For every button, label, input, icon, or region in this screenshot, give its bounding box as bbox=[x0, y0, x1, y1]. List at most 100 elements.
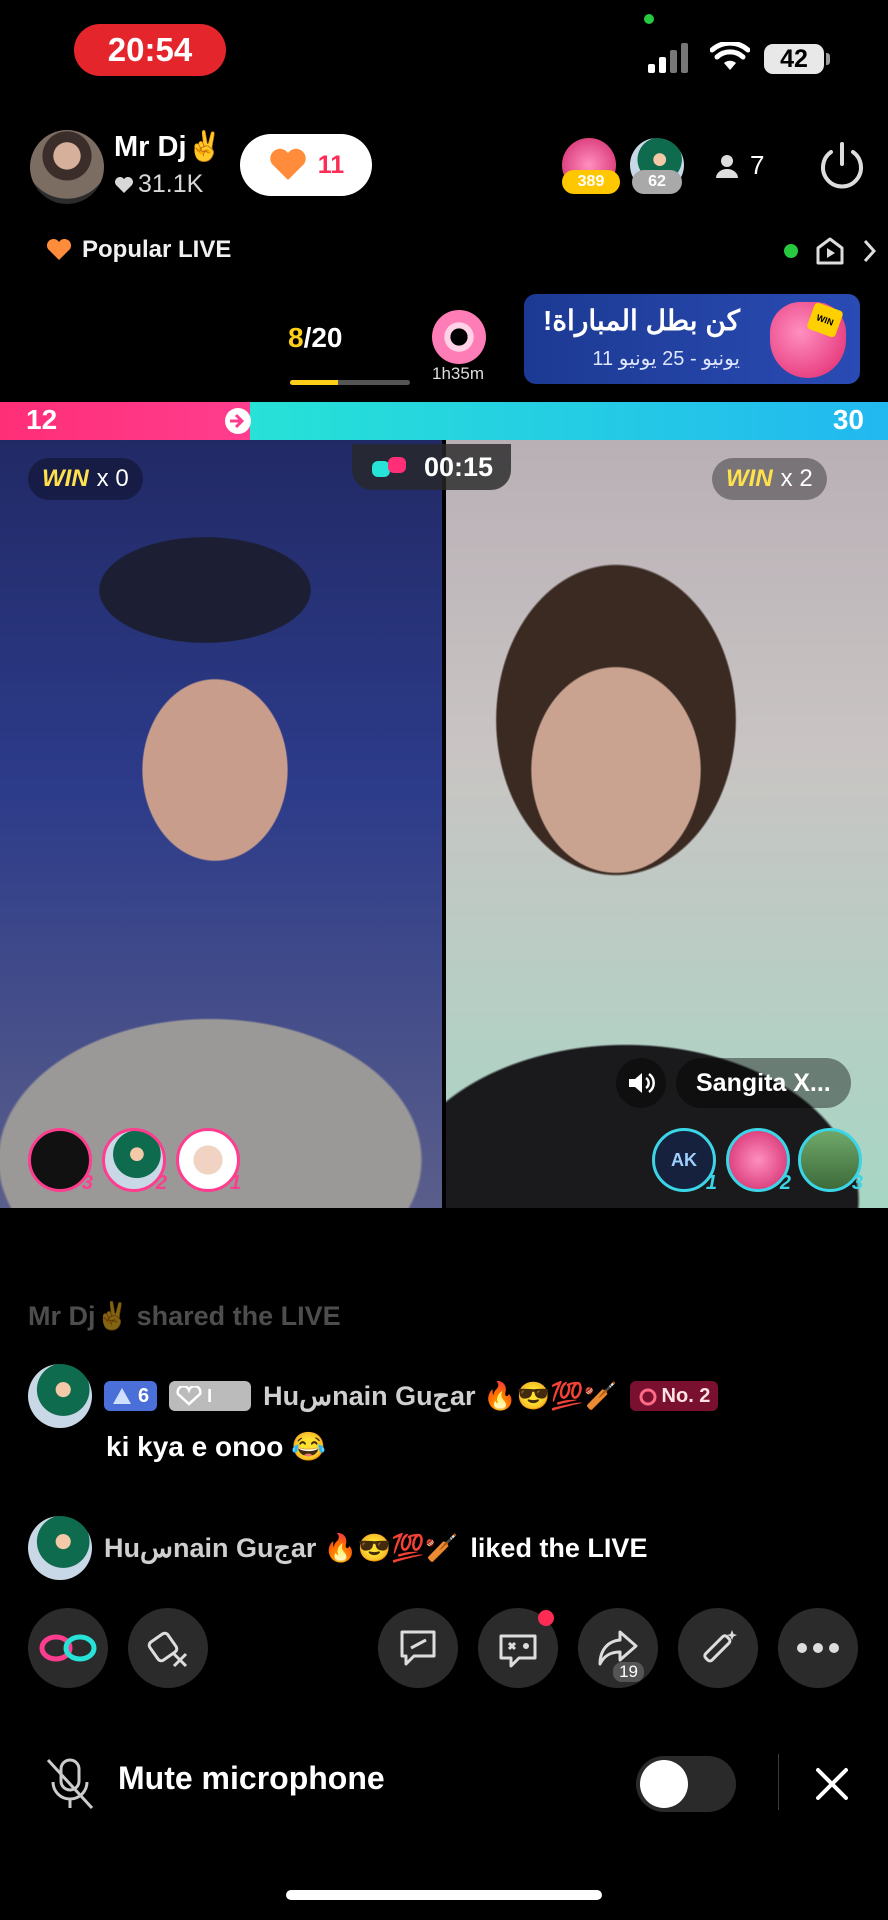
right-score: 30 bbox=[832, 404, 864, 435]
infinity-link-icon bbox=[39, 1634, 97, 1662]
left-win-counter: WIN x 0 bbox=[28, 458, 143, 500]
top-viewer-rank-1: 389 bbox=[562, 170, 620, 194]
top-viewer-rank-2: 62 bbox=[632, 170, 682, 194]
viewer-count-value: 7 bbox=[750, 150, 765, 180]
more-dots-icon bbox=[797, 1643, 839, 1653]
effects-button[interactable] bbox=[678, 1608, 758, 1688]
home-indicator[interactable] bbox=[286, 1890, 602, 1900]
left-gifter-rank-1: 3 bbox=[81, 1172, 93, 1194]
game-controller-icon bbox=[499, 1634, 537, 1668]
match-banner[interactable]: كن بطل المباراة! يونيو - 25 يونيو 11 WIN bbox=[524, 294, 860, 384]
mute-microphone-label: Mute microphone bbox=[118, 1760, 385, 1796]
quest-current: 8 bbox=[288, 322, 304, 353]
viewer-count[interactable]: 7 bbox=[716, 150, 764, 181]
mute-toggle-knob bbox=[640, 1760, 688, 1808]
quest-progress[interactable]: 8/20 bbox=[288, 322, 343, 354]
chevron-right-icon[interactable] bbox=[862, 238, 878, 264]
mute-toggle[interactable] bbox=[636, 1756, 736, 1812]
banner-subtitle: يونيو - 25 يونيو 11 bbox=[592, 348, 740, 370]
popular-live-label[interactable]: Popular LIVE bbox=[46, 236, 231, 264]
remove-effects-button[interactable] bbox=[128, 1608, 208, 1688]
quest-progress-bar bbox=[290, 380, 410, 385]
opponent-name[interactable]: Sangita X... bbox=[676, 1058, 851, 1108]
fire-streak-icon bbox=[225, 408, 251, 434]
battle-timer-value: 00:15 bbox=[424, 451, 494, 482]
heart-icon bbox=[115, 176, 133, 193]
games-button[interactable] bbox=[478, 1608, 558, 1688]
chat-faded-text: Mr Dj✌️ shared the LIVE bbox=[28, 1301, 341, 1331]
fan-level: I bbox=[207, 1385, 213, 1406]
speaker-icon[interactable] bbox=[616, 1058, 666, 1108]
chat-username[interactable]: Huسnain Guجar 🔥😎💯🏏 bbox=[104, 1532, 458, 1564]
popular-live-text: Popular LIVE bbox=[82, 236, 232, 263]
fan-badge: I bbox=[169, 1381, 252, 1411]
clock-icon bbox=[639, 1388, 657, 1406]
chat-avatar[interactable] bbox=[28, 1516, 92, 1580]
comment-icon bbox=[400, 1630, 436, 1666]
wifi-icon bbox=[710, 42, 750, 70]
share-button[interactable]: 19 bbox=[578, 1608, 658, 1688]
left-gifter-avatar-2[interactable]: 2 bbox=[102, 1128, 167, 1194]
battle-timer: 00:15 bbox=[352, 444, 512, 490]
donut-gift-icon[interactable] bbox=[432, 310, 486, 364]
left-gifter-avatar-3[interactable]: 1 bbox=[176, 1128, 241, 1194]
signal-icon bbox=[648, 43, 688, 73]
magic-wand-icon bbox=[703, 1630, 737, 1663]
chat-action: liked the LIVE bbox=[470, 1532, 648, 1563]
host-likes: 31.1K bbox=[114, 170, 203, 199]
left-gifter-avatar-1[interactable]: 3 bbox=[28, 1128, 93, 1194]
host-likes-count: 31.1K bbox=[138, 170, 204, 198]
chat-username[interactable]: Huسnain Guجar 🔥😎💯🏏 bbox=[263, 1380, 617, 1412]
host-avatar[interactable] bbox=[30, 130, 104, 204]
chat-faded-line: Mr Dj✌️ shared the LIVE bbox=[28, 1300, 341, 1332]
chat-avatar[interactable] bbox=[28, 1364, 92, 1428]
right-gifter-avatar-1[interactable]: AK 1 bbox=[652, 1128, 717, 1194]
power-icon[interactable] bbox=[816, 140, 868, 192]
status-time: 20:54 bbox=[74, 24, 226, 76]
right-gifter-avatar-3[interactable]: 3 bbox=[798, 1128, 863, 1194]
follow-button[interactable]: 11 bbox=[240, 134, 372, 196]
battle-gloves-icon bbox=[372, 457, 406, 477]
quest-progress-fill bbox=[290, 380, 338, 385]
right-gifter-rank-1: 1 bbox=[705, 1172, 717, 1194]
chat-message-2[interactable]: Huسnain Guجar 🔥😎💯🏏 liked the LIVE bbox=[28, 1516, 647, 1580]
eraser-x-icon bbox=[147, 1631, 188, 1668]
banner-title: كن بطل المباراة! bbox=[543, 305, 740, 336]
host-name[interactable]: Mr Dj✌️ bbox=[114, 130, 223, 164]
battery-indicator: 42 bbox=[764, 44, 824, 74]
right-gifter-rank-3: 3 bbox=[851, 1172, 863, 1194]
level-badge: 6 bbox=[104, 1381, 158, 1411]
donut-timer: 1h35m bbox=[432, 364, 484, 383]
person-icon bbox=[716, 154, 738, 178]
mic-off-icon[interactable] bbox=[44, 1756, 96, 1812]
level-icon bbox=[113, 1388, 131, 1404]
rank-badge: No. 2 bbox=[629, 1381, 719, 1411]
left-gifter-rank-3: 1 bbox=[229, 1172, 241, 1194]
quest-total: /20 bbox=[303, 322, 343, 353]
right-gifter-rank-2: 2 bbox=[779, 1172, 791, 1194]
explore-icon[interactable] bbox=[814, 236, 846, 266]
privacy-indicator bbox=[644, 14, 654, 24]
opponent-info[interactable]: Sangita X... bbox=[616, 1058, 851, 1108]
right-win-counter: WIN x 2 bbox=[712, 458, 827, 500]
left-win-count: x 0 bbox=[96, 465, 129, 492]
orange-heart-icon bbox=[46, 239, 72, 260]
right-win-count: x 2 bbox=[780, 465, 813, 492]
link-button[interactable] bbox=[28, 1608, 108, 1688]
host-video-panel[interactable] bbox=[0, 440, 442, 1208]
close-icon[interactable] bbox=[814, 1766, 850, 1802]
live-dot bbox=[784, 244, 798, 258]
divider bbox=[778, 1754, 779, 1810]
chat-button[interactable] bbox=[378, 1608, 458, 1688]
battle-score-bar bbox=[0, 402, 888, 440]
rank-value: No. 2 bbox=[661, 1384, 711, 1407]
follow-count: 11 bbox=[317, 150, 345, 179]
chat-message-1[interactable]: 6 I Huسnain Guجar 🔥😎💯🏏 No. 2 bbox=[28, 1364, 719, 1428]
left-win-label: WIN bbox=[42, 465, 89, 492]
right-score-fill bbox=[250, 402, 888, 440]
more-button[interactable] bbox=[778, 1608, 858, 1688]
battery-tip bbox=[826, 53, 830, 65]
right-gifter-avatar-2[interactable]: 2 bbox=[726, 1128, 791, 1194]
left-score: 12 bbox=[26, 404, 58, 435]
orange-heart-icon bbox=[270, 148, 306, 180]
